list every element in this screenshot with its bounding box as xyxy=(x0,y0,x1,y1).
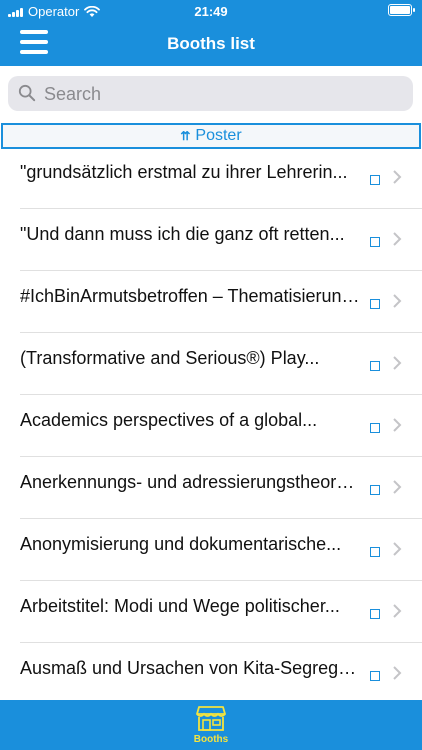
chevron-right-icon xyxy=(393,542,402,556)
list-item-label: "grundsätzlich erstmal zu ihrer Lehrerin… xyxy=(20,162,348,182)
list-item-label: "Und dann muss ich die ganz oft retten..… xyxy=(20,224,345,244)
app-header: Operator 21:49 Booths list xyxy=(0,0,422,66)
booth-list: "grundsätzlich erstmal zu ihrer Lehrerin… xyxy=(0,147,422,705)
checkbox-icon[interactable] xyxy=(370,547,380,557)
section-label: Poster xyxy=(195,127,242,144)
checkbox-icon[interactable] xyxy=(370,299,380,309)
status-bar: Operator 21:49 xyxy=(0,0,422,22)
checkbox-icon[interactable] xyxy=(370,175,380,185)
checkbox-icon[interactable] xyxy=(370,237,380,247)
page-title: Booths list xyxy=(167,34,255,53)
list-item[interactable]: Anonymisierung und dokumentarische... xyxy=(20,519,422,581)
list-item-label: Academics perspectives of a global... xyxy=(20,410,318,430)
chevron-right-icon xyxy=(393,418,402,432)
checkbox-icon[interactable] xyxy=(370,361,380,371)
list-item-label: Ausmaß und Ursachen von Kita-Segregation… xyxy=(20,658,360,678)
chevron-right-icon xyxy=(393,604,402,618)
section-header-poster[interactable]: ⇈ Poster xyxy=(1,123,421,149)
chevron-right-icon xyxy=(393,294,402,308)
list-item-label: (Transformative and Serious®) Play... xyxy=(20,348,320,368)
checkbox-icon[interactable] xyxy=(370,609,380,619)
checkbox-icon[interactable] xyxy=(370,671,380,681)
list-item-label: #IchBinArmutsbetroffen – Thematisierung.… xyxy=(20,286,360,306)
chevron-right-icon xyxy=(393,232,402,246)
list-item[interactable]: "grundsätzlich erstmal zu ihrer Lehrerin… xyxy=(20,147,422,209)
search-box[interactable] xyxy=(8,76,413,113)
list-item-label: Anonymisierung und dokumentarische... xyxy=(20,534,342,554)
list-item-label: Anerkennungs- und adressierungstheoretis… xyxy=(20,472,360,492)
search-input[interactable] xyxy=(42,76,406,113)
list-item[interactable]: #IchBinArmutsbetroffen – Thematisierung.… xyxy=(20,271,422,333)
list-item[interactable]: Arbeitstitel: Modi und Wege politischer.… xyxy=(20,581,422,643)
chevron-right-icon xyxy=(393,356,402,370)
collapse-arrows-icon: ⇈ xyxy=(180,129,190,143)
storefront-icon xyxy=(196,706,226,731)
chevron-right-icon xyxy=(393,170,402,184)
list-item[interactable]: Ausmaß und Ursachen von Kita-Segregation… xyxy=(20,643,422,705)
checkbox-icon[interactable] xyxy=(370,485,380,495)
search-bar xyxy=(8,76,413,113)
checkbox-icon[interactable] xyxy=(370,423,380,433)
list-item[interactable]: Anerkennungs- und adressierungstheoretis… xyxy=(20,457,422,519)
list-item[interactable]: "Und dann muss ich die ganz oft retten..… xyxy=(20,209,422,271)
list-item[interactable]: (Transformative and Serious®) Play... xyxy=(20,333,422,395)
chevron-right-icon xyxy=(393,480,402,494)
tab-booths[interactable]: Booths xyxy=(181,704,241,748)
chevron-right-icon xyxy=(393,666,402,680)
list-item-label: Arbeitstitel: Modi und Wege politischer.… xyxy=(20,596,340,616)
search-icon xyxy=(18,84,36,102)
list-item[interactable]: Academics perspectives of a global... xyxy=(20,395,422,457)
status-time: 21:49 xyxy=(194,4,228,19)
tab-bar: Booths xyxy=(0,700,422,750)
tab-booths-label: Booths xyxy=(193,734,229,745)
battery-icon xyxy=(388,4,415,16)
